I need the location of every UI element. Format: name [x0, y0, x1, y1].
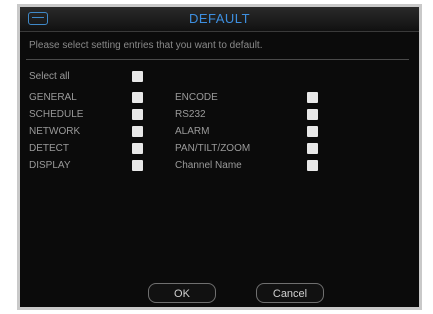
title-bar: DEFAULT — [20, 7, 419, 32]
rs232-checkbox[interactable] — [307, 109, 318, 120]
general-checkbox[interactable] — [132, 92, 143, 103]
network-label: NETWORK — [29, 126, 81, 137]
channel-name-label: Channel Name — [175, 160, 242, 171]
dialog-title: DEFAULT — [188, 11, 251, 26]
encode-label: ENCODE — [175, 92, 218, 103]
detect-label: DETECT — [29, 143, 69, 154]
select-all-label: Select all — [29, 71, 70, 82]
network-checkbox[interactable] — [132, 126, 143, 137]
general-label: GENERAL — [29, 92, 77, 103]
ok-button[interactable]: OK — [148, 283, 216, 303]
schedule-label: SCHEDULE — [29, 109, 84, 120]
select-all-checkbox[interactable] — [132, 71, 143, 82]
display-checkbox[interactable] — [132, 160, 143, 171]
display-label: DISPLAY — [29, 160, 71, 171]
default-dialog: DEFAULT Please select setting entries th… — [17, 4, 422, 310]
detect-checkbox[interactable] — [132, 143, 143, 154]
divider — [26, 59, 409, 60]
encode-checkbox[interactable] — [307, 92, 318, 103]
pan-tilt-zoom-checkbox[interactable] — [307, 143, 318, 154]
alarm-checkbox[interactable] — [307, 126, 318, 137]
cancel-button[interactable]: Cancel — [256, 283, 324, 303]
channel-name-checkbox[interactable] — [307, 160, 318, 171]
alarm-label: ALARM — [175, 126, 210, 137]
schedule-checkbox[interactable] — [132, 109, 143, 120]
rs232-label: RS232 — [175, 109, 206, 120]
instruction-text: Please select setting entries that you w… — [29, 40, 263, 51]
pan-tilt-zoom-label: PAN/TILT/ZOOM — [175, 143, 251, 154]
